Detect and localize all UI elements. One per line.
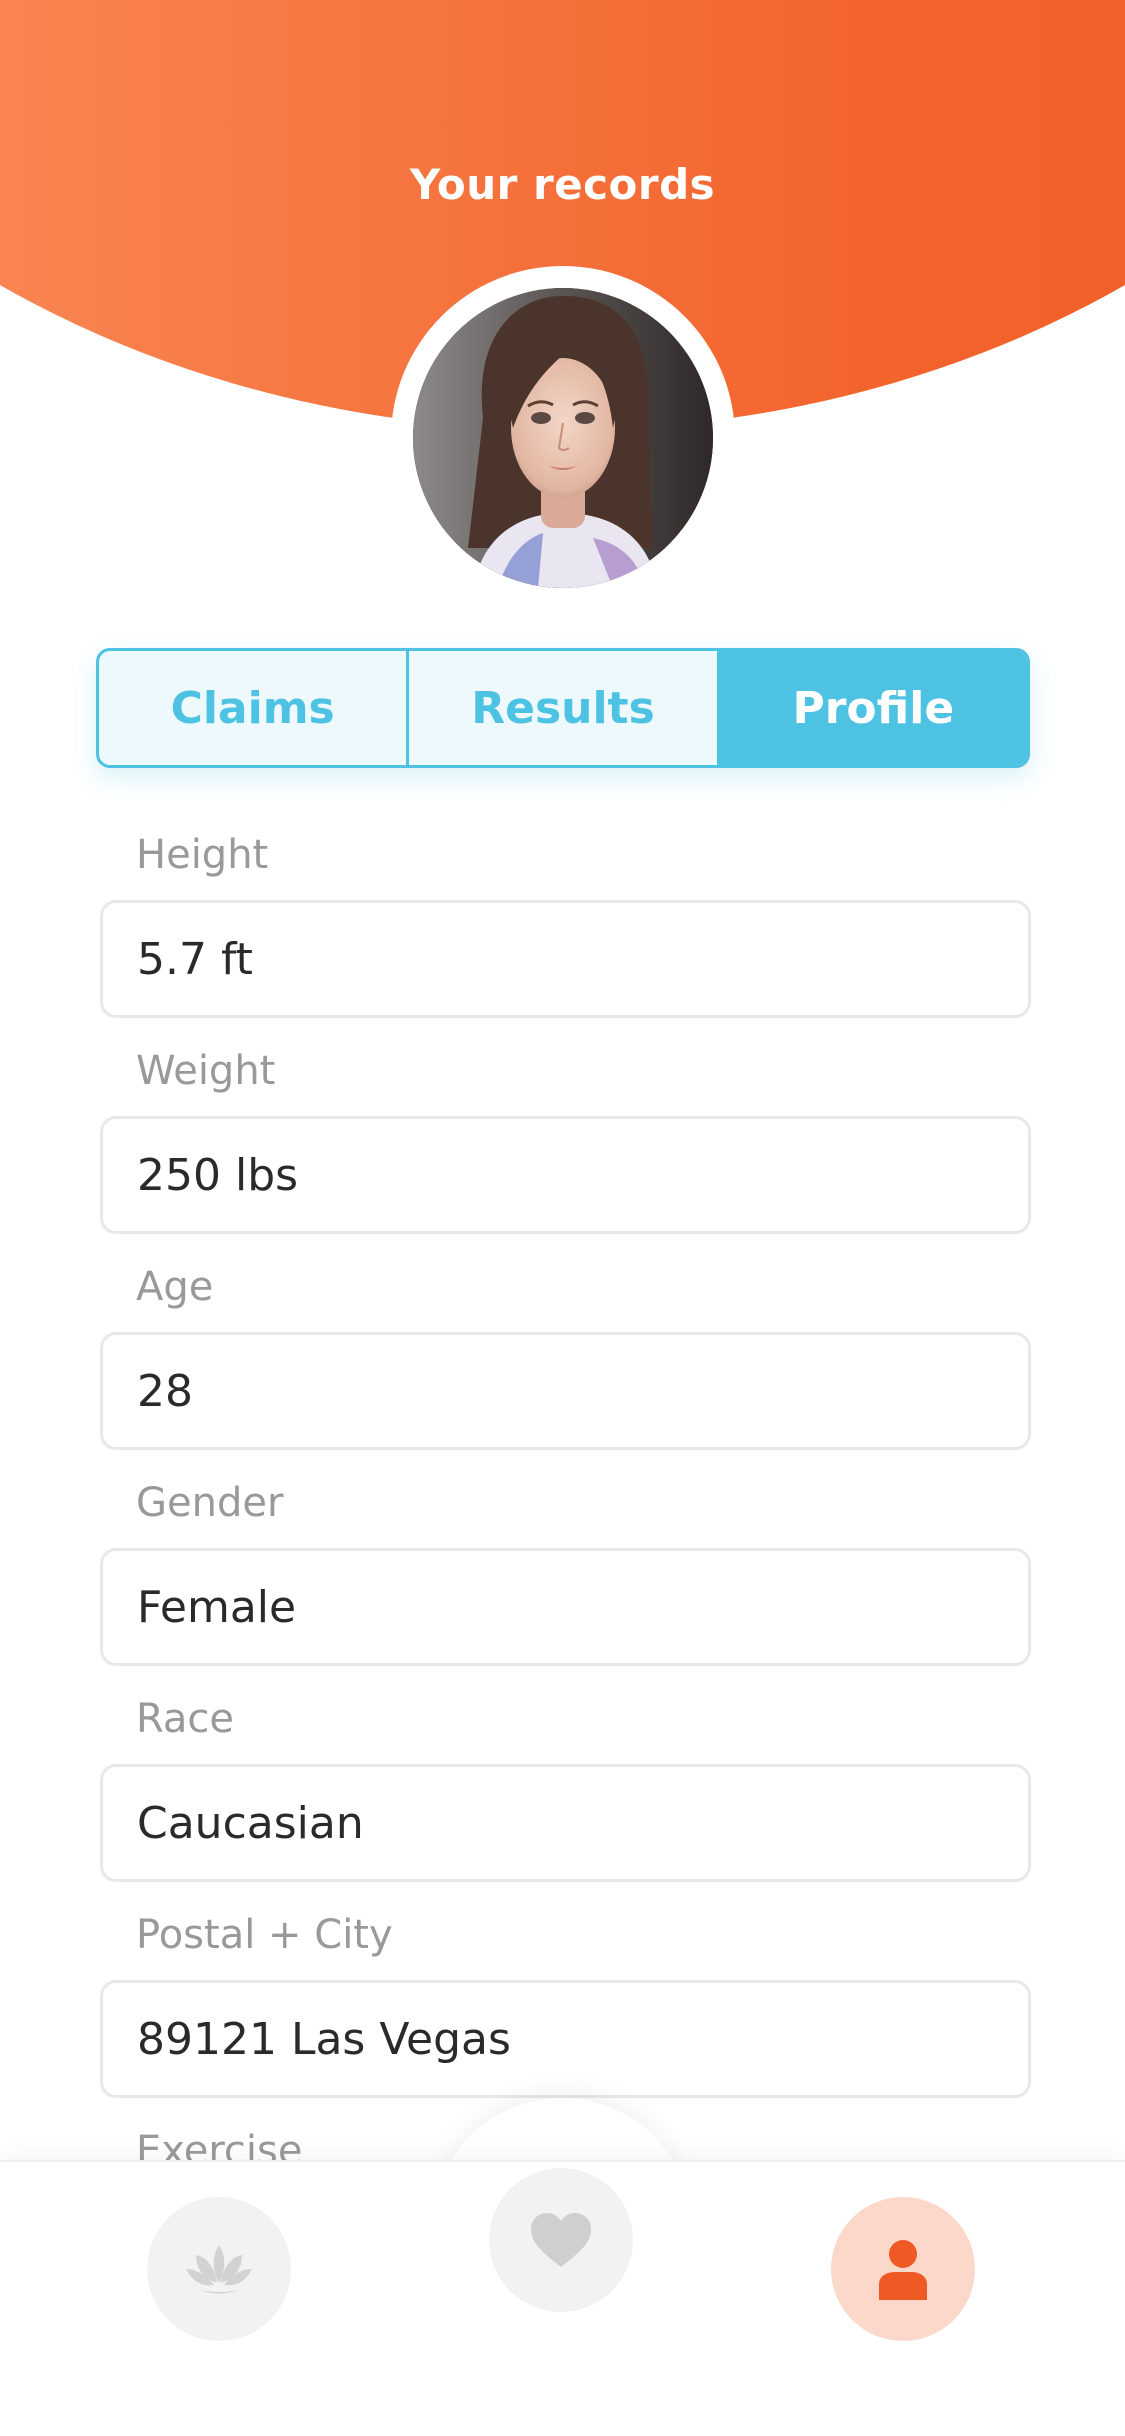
lotus-icon (186, 2245, 252, 2294)
heart-icon (531, 2213, 591, 2267)
page-title: Your records (409, 160, 716, 209)
weight-label: Weight (136, 1048, 276, 1094)
postal-city-field[interactable]: 89121 Las Vegas (100, 1980, 1031, 2098)
avatar-ring (391, 266, 735, 610)
race-label: Race (136, 1696, 235, 1742)
gender-field[interactable]: Female (100, 1548, 1031, 1666)
height-field[interactable]: 5.7 ft (100, 900, 1031, 1018)
tab-results[interactable]: Results (406, 651, 716, 765)
tabbar-item-wellness[interactable] (147, 2197, 291, 2341)
user-icon (879, 2240, 927, 2300)
segmented-control: Claims Results Profile (96, 648, 1030, 768)
race-field[interactable]: Caucasian (100, 1764, 1031, 1882)
avatar[interactable] (413, 288, 713, 588)
postal-city-label: Postal + City (136, 1912, 393, 1958)
avatar-photo (413, 288, 713, 588)
age-label: Age (136, 1264, 214, 1310)
tabbar-item-health[interactable] (489, 2168, 633, 2312)
tabbar-item-profile[interactable] (831, 2197, 975, 2341)
tab-claims[interactable]: Claims (99, 651, 406, 765)
tab-profile[interactable]: Profile (716, 651, 1027, 765)
weight-field[interactable]: 250 lbs (100, 1116, 1031, 1234)
gender-label: Gender (136, 1480, 284, 1526)
height-label: Height (136, 832, 269, 878)
age-field[interactable]: 28 (100, 1332, 1031, 1450)
